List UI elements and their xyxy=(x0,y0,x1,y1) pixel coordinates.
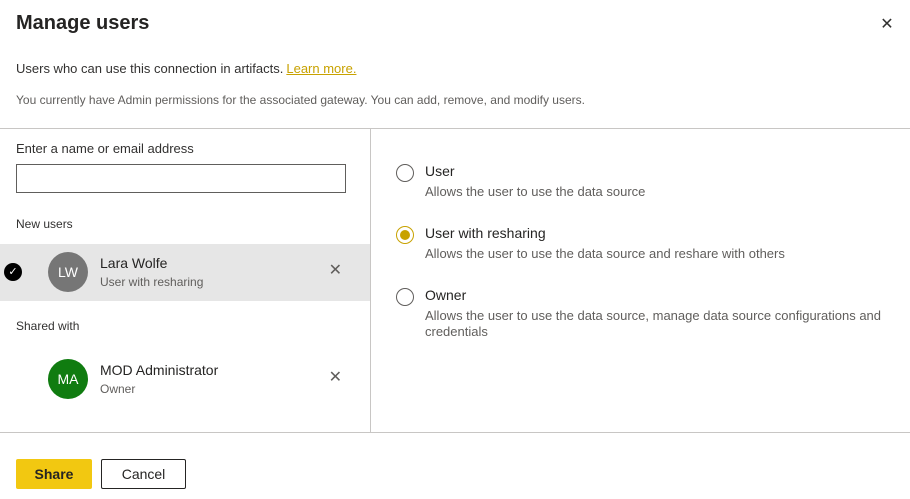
radio-label: User xyxy=(425,163,645,179)
user-row[interactable]: ✓ LW Lara Wolfe User with resharing ✕ xyxy=(0,244,370,301)
manage-users-dialog: Manage users ✕ Users who can use this co… xyxy=(0,0,910,499)
new-users-label: New users xyxy=(16,217,73,231)
radio-description: Allows the user to use the data source, … xyxy=(425,308,897,340)
permission-radio-group: User Allows the user to use the data sou… xyxy=(396,163,897,340)
avatar: LW xyxy=(48,252,88,292)
header-divider xyxy=(0,128,910,129)
remove-user-button[interactable]: ✕ xyxy=(329,260,342,280)
user-name: MOD Administrator xyxy=(100,362,218,378)
search-input[interactable] xyxy=(16,164,346,193)
footer-divider xyxy=(0,432,910,433)
remove-icon: ✕ xyxy=(329,369,342,386)
radio-icon xyxy=(396,288,414,306)
radio-label: User with resharing xyxy=(425,225,785,241)
radio-description: Allows the user to use the data source a… xyxy=(425,246,785,262)
user-role: User with resharing xyxy=(100,275,203,289)
panel-divider xyxy=(370,129,371,432)
user-name: Lara Wolfe xyxy=(100,255,167,271)
remove-user-button[interactable]: ✕ xyxy=(329,367,342,387)
permissions-note: You currently have Admin permissions for… xyxy=(16,93,585,107)
radio-description: Allows the user to use the data source xyxy=(425,184,645,200)
radio-icon xyxy=(396,226,414,244)
radio-option-owner[interactable]: Owner Allows the user to use the data so… xyxy=(396,287,897,340)
page-title: Manage users xyxy=(16,12,149,35)
remove-icon: ✕ xyxy=(329,262,342,279)
radio-option-user[interactable]: User Allows the user to use the data sou… xyxy=(396,163,897,200)
radio-icon xyxy=(396,164,414,182)
shared-with-label: Shared with xyxy=(16,319,79,333)
avatar: MA xyxy=(48,359,88,399)
selected-check-icon: ✓ xyxy=(4,263,22,281)
user-role: Owner xyxy=(100,382,135,396)
dialog-subtitle: Users who can use this connection in art… xyxy=(16,61,356,76)
user-row[interactable]: ✓ MA MOD Administrator Owner ✕ xyxy=(0,351,370,408)
radio-option-user-with-resharing[interactable]: User with resharing Allows the user to u… xyxy=(396,225,897,262)
close-button[interactable]: ✕ xyxy=(874,12,900,38)
learn-more-link[interactable]: Learn more. xyxy=(286,61,356,76)
share-button[interactable]: Share xyxy=(16,459,92,489)
cancel-button[interactable]: Cancel xyxy=(101,459,186,489)
close-icon: ✕ xyxy=(880,16,893,33)
search-label: Enter a name or email address xyxy=(16,141,194,156)
radio-label: Owner xyxy=(425,287,897,303)
subtitle-text: Users who can use this connection in art… xyxy=(16,61,283,76)
